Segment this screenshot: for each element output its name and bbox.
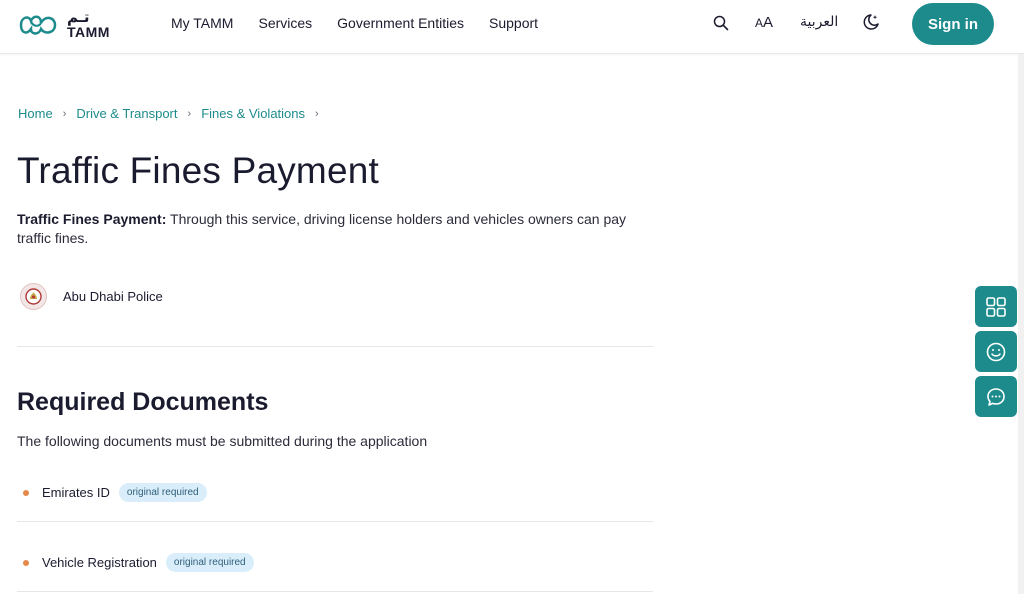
nav-my-tamm[interactable]: My TAMM bbox=[171, 15, 233, 31]
breadcrumb-fines-violations[interactable]: Fines & Violations bbox=[201, 106, 305, 121]
entity-link[interactable]: Abu Dhabi Police bbox=[20, 283, 163, 310]
bullet-icon bbox=[23, 559, 29, 566]
font-big-a: A bbox=[763, 14, 774, 31]
chat-icon bbox=[987, 387, 1005, 406]
status-badge: original required bbox=[165, 553, 254, 572]
breadcrumb-drive-transport[interactable]: Drive & Transport bbox=[76, 106, 177, 121]
font-small-a: A bbox=[755, 16, 764, 30]
sign-in-button[interactable]: Sign in bbox=[912, 3, 994, 45]
entity-name: Abu Dhabi Police bbox=[63, 289, 163, 304]
list-item: Emirates ID original required bbox=[23, 483, 207, 502]
font-size-toggle[interactable]: AA bbox=[755, 14, 773, 31]
chevron-right-icon: › bbox=[187, 107, 192, 120]
chat-button[interactable] bbox=[975, 376, 1017, 417]
logo-arabic-text: تـم bbox=[67, 8, 90, 26]
scrollbar[interactable] bbox=[1018, 54, 1024, 594]
document-name: Emirates ID bbox=[42, 485, 110, 500]
nav-government-entities[interactable]: Government Entities bbox=[337, 15, 464, 31]
breadcrumb: Home › Drive & Transport › Fines & Viola… bbox=[18, 106, 329, 121]
apps-button[interactable] bbox=[975, 286, 1017, 327]
chevron-right-icon: › bbox=[62, 107, 67, 120]
description-label: Traffic Fines Payment: bbox=[17, 211, 167, 227]
divider bbox=[17, 521, 653, 522]
abu-dhabi-police-logo-icon bbox=[20, 283, 47, 310]
nav-support[interactable]: Support bbox=[489, 15, 538, 31]
dark-mode-icon[interactable] bbox=[862, 13, 880, 31]
tamm-logo[interactable]: تـم TAMM bbox=[17, 9, 117, 41]
status-badge: original required bbox=[118, 483, 207, 502]
top-header: تـم TAMM My TAMM Services Government Ent… bbox=[0, 0, 1024, 54]
bullet-icon bbox=[23, 489, 29, 496]
required-documents-subtitle: The following documents must be submitte… bbox=[17, 433, 428, 449]
required-documents-title: Required Documents bbox=[17, 388, 269, 416]
divider bbox=[17, 591, 653, 592]
search-icon[interactable] bbox=[713, 15, 729, 31]
tamm-emblem-icon bbox=[19, 15, 57, 35]
breadcrumb-home[interactable]: Home bbox=[18, 106, 53, 121]
smiley-icon bbox=[986, 342, 1006, 361]
chevron-right-icon: › bbox=[315, 107, 319, 120]
document-name: Vehicle Registration bbox=[42, 555, 157, 570]
divider bbox=[17, 346, 653, 347]
logo-english-text: TAMM bbox=[67, 24, 110, 40]
language-switch[interactable]: العربية bbox=[800, 14, 838, 30]
page-title: Traffic Fines Payment bbox=[17, 150, 379, 191]
main-nav: My TAMM Services Government Entities Sup… bbox=[171, 15, 563, 31]
service-description: Traffic Fines Payment: Through this serv… bbox=[17, 210, 647, 248]
list-item: Vehicle Registration original required bbox=[23, 553, 254, 572]
feedback-button[interactable] bbox=[975, 331, 1017, 372]
nav-services[interactable]: Services bbox=[258, 15, 312, 31]
grid-icon bbox=[986, 296, 1006, 317]
